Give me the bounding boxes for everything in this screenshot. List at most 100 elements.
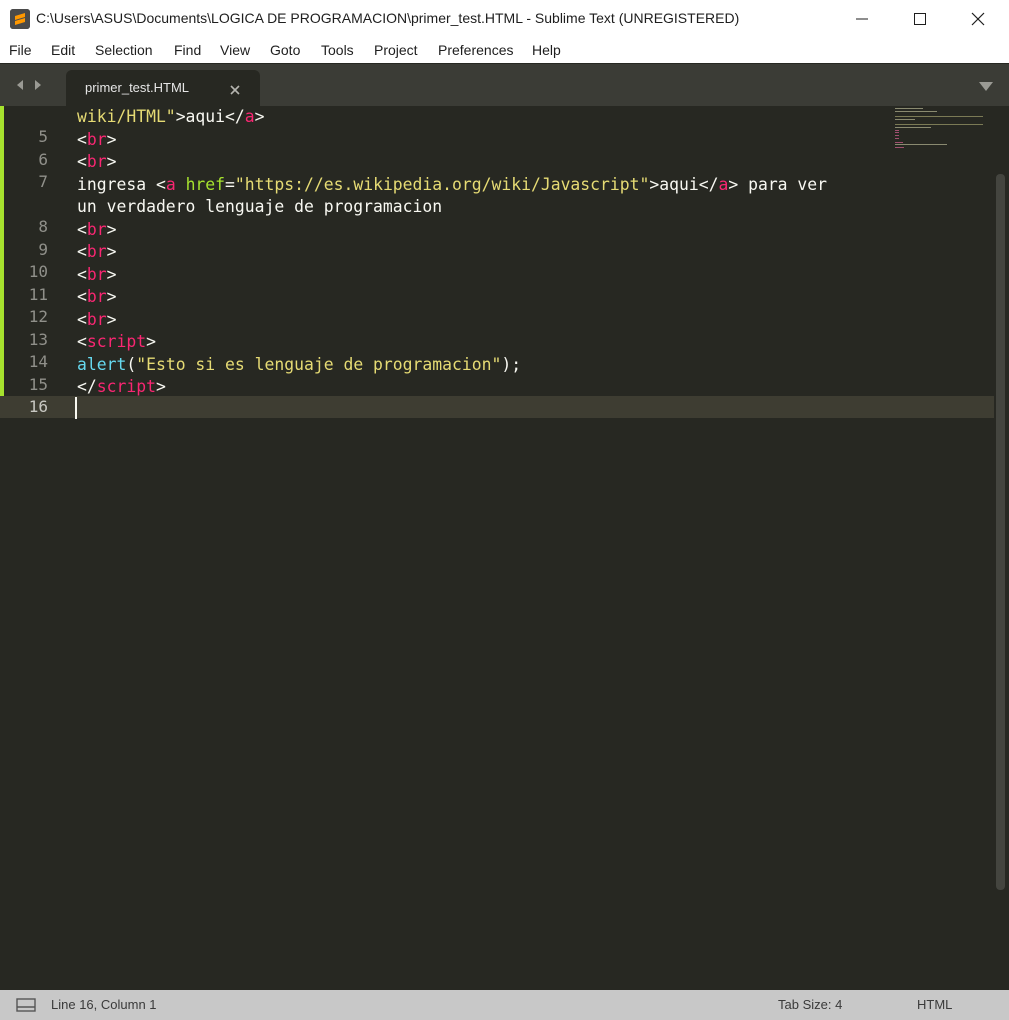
menu-help[interactable]: Help xyxy=(532,42,561,58)
code-token-tag: script xyxy=(86,332,147,351)
code-token-txt: >aqui</ xyxy=(175,107,245,126)
line-number: 6 xyxy=(38,150,48,169)
code-token-tag: script xyxy=(96,377,156,396)
code-token-txt: < xyxy=(77,309,87,329)
menu-file[interactable]: File xyxy=(9,42,32,58)
code-token-txt: > xyxy=(106,152,117,171)
code-line[interactable]: <br> xyxy=(77,151,827,174)
tab-nav-right-icon[interactable] xyxy=(32,78,44,96)
code-token-str: wiki/HTML" xyxy=(77,107,176,126)
tab-nav-left-icon[interactable] xyxy=(14,78,26,96)
code-token-txt: > xyxy=(254,107,265,126)
panel-toggle-icon[interactable] xyxy=(16,998,36,1017)
line-number: 8 xyxy=(38,217,48,236)
code-token-txt: un verdadero lenguaje de programacion xyxy=(77,197,443,216)
line-number-current: 16 xyxy=(28,397,48,416)
status-bar: Line 16, Column 1 Tab Size: 4 HTML xyxy=(0,990,1009,1020)
menu-project[interactable]: Project xyxy=(374,42,418,58)
code-token-txt: > xyxy=(106,219,117,239)
menu-goto[interactable]: Goto xyxy=(270,42,300,58)
syntax-selector[interactable]: HTML xyxy=(917,997,952,1012)
sublime-text-icon xyxy=(10,9,30,29)
code-token-txt: </ xyxy=(77,377,97,396)
code-line[interactable]: <br> xyxy=(77,309,827,332)
code-line[interactable]: <br> xyxy=(77,264,827,287)
code-token-txt: > xyxy=(155,377,166,396)
code-line[interactable] xyxy=(77,399,827,422)
code-token-txt: > xyxy=(106,287,117,306)
code-token-tag: br xyxy=(86,309,107,329)
code-token-tag: br xyxy=(86,129,107,149)
code-token-attr: href xyxy=(185,174,226,194)
code-token-txt: > xyxy=(106,129,117,149)
code-token-tag: a xyxy=(244,107,255,126)
line-number: 5 xyxy=(38,127,48,146)
code-token-txt: < xyxy=(77,287,87,306)
code-token-txt: < xyxy=(77,219,87,239)
scrollbar-thumb[interactable] xyxy=(996,174,1005,890)
minimize-button[interactable] xyxy=(833,0,891,38)
code-token-tag: a xyxy=(165,174,176,194)
tab-close-icon[interactable] xyxy=(230,82,240,100)
line-number: 15 xyxy=(28,375,48,394)
line-number: 13 xyxy=(28,330,48,349)
menu-tools[interactable]: Tools xyxy=(321,42,354,58)
line-number: 12 xyxy=(28,307,48,326)
code-token-txt: < xyxy=(77,152,87,171)
code-line[interactable]: <br> xyxy=(77,286,827,309)
code-content[interactable]: wiki/HTML">aqui</a> <br> <br> ingresa <a hr… xyxy=(77,106,827,421)
tab-list-dropdown-icon[interactable] xyxy=(978,79,994,97)
code-line[interactable]: <br> xyxy=(77,241,827,264)
code-token-str: "https://es.wikipedia.org/wiki/Javascrip… xyxy=(234,174,650,194)
code-token-txt: < xyxy=(77,332,87,351)
code-token-txt: > xyxy=(106,309,117,329)
code-token-txt: >aqui</ xyxy=(649,174,719,194)
line-number: 7 xyxy=(38,172,48,191)
code-token-fn: alert xyxy=(77,354,127,374)
tab-primer-test[interactable]: primer_test.HTML xyxy=(66,70,260,106)
code-token-txt: > xyxy=(106,264,117,284)
code-token-txt: < xyxy=(77,129,87,149)
window-title: C:\Users\ASUS\Documents\LOGICA DE PROGRA… xyxy=(36,10,740,26)
line-number: 9 xyxy=(38,240,48,259)
menu-edit[interactable]: Edit xyxy=(51,42,75,58)
tab-bar: primer_test.HTML xyxy=(0,64,1009,106)
code-line[interactable]: <br> xyxy=(77,219,827,242)
code-token-txt: = xyxy=(225,174,235,194)
menu-find[interactable]: Find xyxy=(174,42,201,58)
line-number: 11 xyxy=(28,285,48,304)
text-cursor xyxy=(75,397,77,419)
code-token-txt: > xyxy=(106,242,117,261)
code-line[interactable]: alert("Esto si es lenguaje de programaci… xyxy=(77,354,827,377)
code-line[interactable]: wiki/HTML">aqui</a> xyxy=(77,106,827,129)
menu-view[interactable]: View xyxy=(220,42,250,58)
tab-label: primer_test.HTML xyxy=(85,80,190,95)
code-token-txt: > para ver xyxy=(728,174,828,194)
maximize-button[interactable] xyxy=(891,0,949,38)
menu-bar: File Edit Selection Find View Goto Tools… xyxy=(0,38,1009,63)
close-button[interactable] xyxy=(949,0,1007,38)
code-line[interactable]: </script> xyxy=(77,376,827,399)
code-token-txt: ( xyxy=(126,354,137,374)
code-line[interactable]: <br> xyxy=(77,129,827,152)
line-number: 10 xyxy=(28,262,48,281)
code-token-tag: br xyxy=(86,219,107,239)
code-token-tag: br xyxy=(86,264,107,284)
minimap[interactable] xyxy=(895,106,995,166)
code-token-txt: > xyxy=(146,332,156,351)
code-token-str: "Esto si es lenguaje de programacion" xyxy=(136,354,502,374)
code-token-txt: ); xyxy=(501,354,522,374)
code-token-txt: ingresa < xyxy=(77,174,166,194)
code-token-tag: br xyxy=(86,287,107,306)
tab-size-selector[interactable]: Tab Size: 4 xyxy=(778,997,842,1012)
editor-area[interactable]: 5 6 7 8 9 10 11 12 13 14 15 16 wiki/HTML… xyxy=(0,106,1009,990)
code-line[interactable]: <script> xyxy=(77,331,827,354)
code-line[interactable]: ingresa <a href="https://es.wikipedia.or… xyxy=(77,174,827,197)
menu-preferences[interactable]: Preferences xyxy=(438,42,513,58)
code-line[interactable]: un verdadero lenguaje de programacion xyxy=(77,196,827,219)
code-token-txt: < xyxy=(77,264,87,284)
line-number: 14 xyxy=(28,352,48,371)
code-token-tag: br xyxy=(86,152,107,171)
menu-selection[interactable]: Selection xyxy=(95,42,153,58)
